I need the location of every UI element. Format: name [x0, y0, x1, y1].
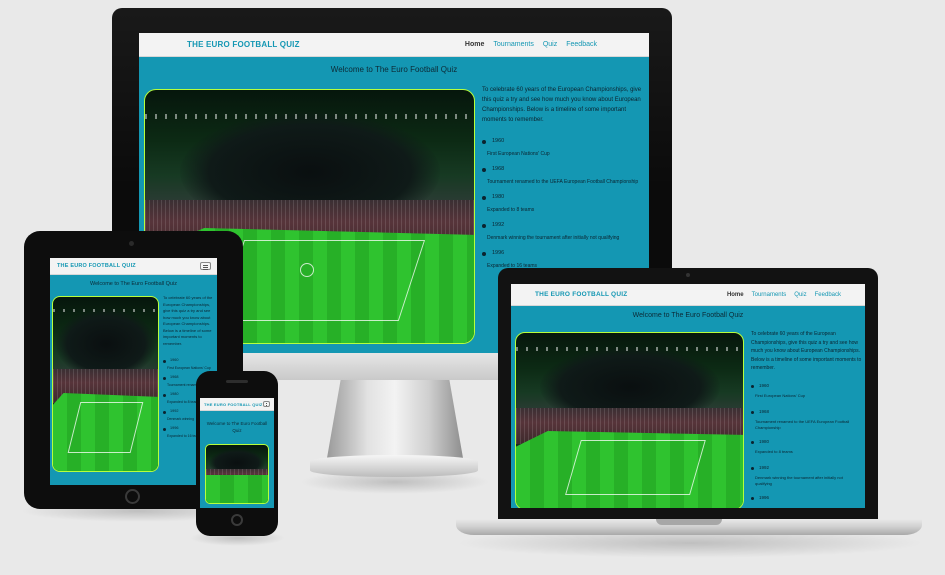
- welcome-heading: Welcome to The Euro Football Quiz: [90, 281, 177, 287]
- timeline-year: 1980: [492, 194, 505, 200]
- welcome-heading: Welcome to The Euro Football Quiz: [330, 65, 458, 74]
- welcome-heading: Welcome to The Euro Football Quiz: [632, 312, 744, 319]
- nav-links: Home Tournaments Quiz Feedback: [727, 292, 841, 298]
- intro-text: To celebrate 60 years of the European Ch…: [751, 331, 862, 371]
- site-navbar: THE EURO FOOTBALL QUIZ Home Tournaments …: [511, 284, 865, 306]
- timeline-year: 1960: [492, 138, 505, 144]
- phone-home-button[interactable]: [231, 514, 243, 526]
- tablet-camera: [129, 241, 134, 246]
- timeline-item: 1980 Expanded to 8 teams: [482, 192, 647, 220]
- nav-link-feedback[interactable]: Feedback: [815, 292, 841, 298]
- tablet-home-button[interactable]: [125, 489, 140, 504]
- timeline-desc: Tournament renamed to the UEFA European …: [487, 179, 639, 185]
- timeline-year: 1968: [759, 409, 770, 414]
- timeline-item: 1992 Denmark winning the tournament afte…: [751, 464, 863, 494]
- site-navbar: THE EURO FOOTBALL QUIZ Home Tournaments …: [139, 33, 649, 57]
- timeline-year: 1968: [170, 375, 179, 379]
- timeline-item: 1996: [751, 494, 863, 508]
- stadium-image: [515, 332, 744, 508]
- nav-link-tournaments[interactable]: Tournaments: [493, 41, 533, 48]
- timeline-year: 1996: [492, 250, 505, 256]
- laptop-notch: [656, 519, 722, 525]
- timeline-year: 1996: [759, 495, 770, 500]
- nav-link-quiz[interactable]: Quiz: [794, 292, 806, 298]
- timeline-desc: First European Nations' Cup: [167, 366, 211, 370]
- timeline-item: 1992 Denmark winning the tournament afte…: [482, 220, 647, 248]
- timeline: 1960 First European Nations' Cup 1968 To…: [482, 136, 647, 276]
- nav-link-home[interactable]: Home: [727, 292, 744, 298]
- welcome-heading: Welcome to The Euro Football Quiz: [206, 421, 268, 433]
- timeline-item: 1968 Tournament renamed to the UEFA Euro…: [751, 408, 863, 438]
- stadium-image: [205, 444, 269, 504]
- timeline-desc: Denmark winning the tournament after ini…: [755, 475, 843, 486]
- site-logo[interactable]: THE EURO FOOTBALL QUIZ: [187, 40, 300, 49]
- timeline-year: 1980: [170, 392, 179, 396]
- timeline-desc: Expanded to 8 teams: [755, 449, 793, 454]
- site-logo[interactable]: THE EURO FOOTBALL QUIZ: [57, 263, 136, 269]
- timeline-year: 1992: [759, 465, 770, 470]
- timeline: 1960 First European Nations' Cup 1968 To…: [751, 382, 863, 508]
- timeline-year: 1992: [170, 409, 179, 413]
- timeline-item: 1960 First European Nations' Cup: [482, 136, 647, 164]
- timeline-item: 1968 Tournament renamed to the UEFA Euro…: [482, 164, 647, 192]
- laptop-camera: [686, 273, 690, 277]
- nav-link-tournaments[interactable]: Tournaments: [752, 292, 787, 298]
- timeline-desc: Denmark winning: [167, 417, 195, 421]
- site-navbar: THE EURO FOOTBALL QUIZ: [200, 398, 274, 411]
- phone-site: THE EURO FOOTBALL QUIZ Welcome to The Eu…: [200, 398, 274, 508]
- nav-links: Home Tournaments Quiz Feedback: [465, 41, 597, 48]
- timeline-desc: Tournament renamed to the UEFA European …: [755, 419, 850, 430]
- timeline-year: 1996: [170, 426, 179, 430]
- timeline-year: 1980: [759, 439, 770, 444]
- tablet-site: THE EURO FOOTBALL QUIZ Welcome to The Eu…: [50, 258, 217, 485]
- laptop-base: [456, 519, 922, 535]
- timeline-item: 1960 First European Nations' Cup: [751, 382, 863, 408]
- timeline-year: 1992: [492, 222, 505, 228]
- timeline-desc: Denmark winning the tournament after ini…: [487, 235, 620, 241]
- timeline-desc: First European Nations' Cup: [487, 151, 550, 157]
- timeline-item: 1980 Expanded to 8 teams: [751, 438, 863, 464]
- nav-link-quiz[interactable]: Quiz: [543, 41, 557, 48]
- menu-toggle-icon[interactable]: [262, 401, 270, 407]
- intro-text: To celebrate 60 years of the European Ch…: [482, 87, 642, 123]
- monitor-stand-neck: [327, 380, 463, 458]
- timeline-year: 1960: [170, 358, 179, 362]
- timeline-year: 1960: [759, 383, 770, 388]
- site-logo[interactable]: THE EURO FOOTBALL QUIZ: [535, 291, 627, 298]
- timeline-desc: First European Nations' Cup: [755, 393, 806, 398]
- menu-toggle-icon[interactable]: [200, 262, 211, 270]
- laptop-site: THE EURO FOOTBALL QUIZ Home Tournaments …: [511, 284, 865, 508]
- site-navbar: THE EURO FOOTBALL QUIZ: [50, 258, 217, 275]
- timeline-desc: Expanded to 8 teams: [487, 207, 535, 213]
- monitor-stand-base: [310, 455, 478, 477]
- stadium-image: [52, 296, 159, 472]
- site-logo[interactable]: THE EURO FOOTBALL QUIZ: [204, 402, 263, 407]
- intro-text: To celebrate 60 years of the European Ch…: [163, 295, 213, 346]
- timeline-year: 1968: [492, 166, 505, 172]
- nav-link-feedback[interactable]: Feedback: [566, 41, 597, 48]
- nav-link-home[interactable]: Home: [465, 41, 484, 48]
- phone-speaker: [226, 380, 248, 383]
